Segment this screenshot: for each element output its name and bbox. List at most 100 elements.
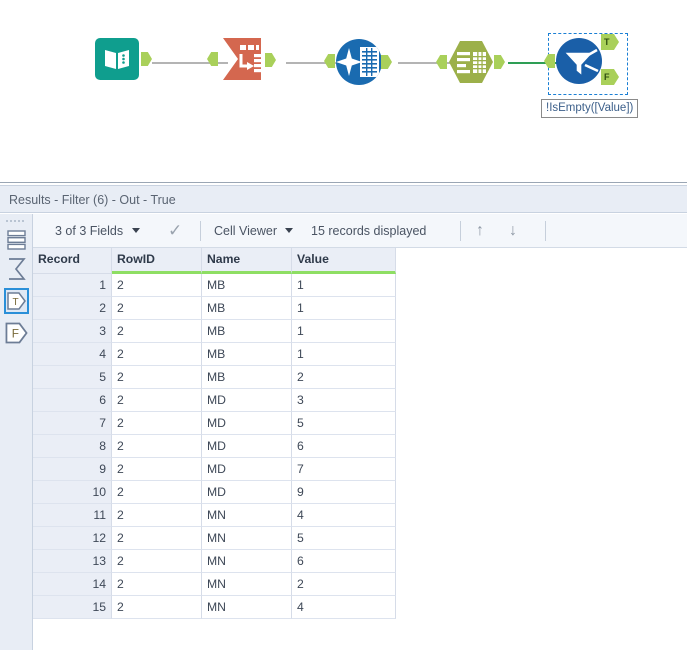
cell-value[interactable]: 1 xyxy=(292,320,396,343)
column-header-value[interactable]: Value xyxy=(292,248,396,274)
cell-record[interactable]: 6 xyxy=(33,389,112,412)
table-row[interactable]: 10 2 MD 9 xyxy=(33,481,396,504)
cell-value[interactable]: 5 xyxy=(292,527,396,550)
cell-value[interactable]: 2 xyxy=(292,366,396,389)
cell-record[interactable]: 14 xyxy=(33,573,112,596)
cell-record[interactable]: 15 xyxy=(33,596,112,619)
table-row[interactable]: 15 2 MN 4 xyxy=(33,596,396,619)
cell-value[interactable]: 2 xyxy=(292,573,396,596)
tool-select[interactable] xyxy=(436,40,505,89)
tool-data-cleansing[interactable] xyxy=(324,39,392,90)
cell-rowid[interactable]: 2 xyxy=(112,527,202,550)
select-input-port[interactable] xyxy=(436,55,447,69)
cell-record[interactable]: 2 xyxy=(33,297,112,320)
rail-item-summary[interactable] xyxy=(4,256,29,282)
cleansing-output-port[interactable] xyxy=(381,55,392,69)
cell-value[interactable]: 7 xyxy=(292,458,396,481)
cell-name[interactable]: MN xyxy=(202,527,292,550)
cell-name[interactable]: MB xyxy=(202,274,292,297)
table-row[interactable]: 9 2 MD 7 xyxy=(33,458,396,481)
cell-record[interactable]: 3 xyxy=(33,320,112,343)
cell-record[interactable]: 8 xyxy=(33,435,112,458)
table-row[interactable]: 2 2 MB 1 xyxy=(33,297,396,320)
column-header-record[interactable]: Record xyxy=(33,248,112,274)
cell-value[interactable]: 6 xyxy=(292,550,396,573)
cell-value[interactable]: 9 xyxy=(292,481,396,504)
tool-filter[interactable]: T F xyxy=(544,34,619,89)
cell-value[interactable]: 3 xyxy=(292,389,396,412)
cell-rowid[interactable]: 2 xyxy=(112,596,202,619)
cell-value[interactable]: 4 xyxy=(292,504,396,527)
cell-rowid[interactable]: 2 xyxy=(112,504,202,527)
cell-value[interactable]: 1 xyxy=(292,297,396,320)
cell-rowid[interactable]: 2 xyxy=(112,481,202,504)
filter-input-port[interactable] xyxy=(544,54,555,68)
cell-value[interactable]: 5 xyxy=(292,412,396,435)
cell-name[interactable]: MB xyxy=(202,320,292,343)
table-row[interactable]: 4 2 MB 1 xyxy=(33,343,396,366)
cell-name[interactable]: MD xyxy=(202,389,292,412)
table-row[interactable]: 7 2 MD 5 xyxy=(33,412,396,435)
table-row[interactable]: 13 2 MN 6 xyxy=(33,550,396,573)
cell-record[interactable]: 9 xyxy=(33,458,112,481)
cell-name[interactable]: MD xyxy=(202,412,292,435)
cell-record[interactable]: 11 xyxy=(33,504,112,527)
scroll-up-button[interactable]: ↑ xyxy=(476,214,484,248)
table-row[interactable]: 11 2 MN 4 xyxy=(33,504,396,527)
cell-record[interactable]: 1 xyxy=(33,274,112,297)
cell-rowid[interactable]: 2 xyxy=(112,343,202,366)
rail-grip-handle[interactable] xyxy=(5,218,28,224)
table-row[interactable]: 1 2 MB 1 xyxy=(33,274,396,297)
transpose-output-port[interactable] xyxy=(265,53,276,67)
scroll-down-button[interactable]: ↓ xyxy=(509,214,517,248)
cell-name[interactable]: MD xyxy=(202,458,292,481)
rail-item-true-output[interactable]: T xyxy=(4,288,29,314)
table-row[interactable]: 3 2 MB 1 xyxy=(33,320,396,343)
select-output-port[interactable] xyxy=(494,55,505,69)
cell-rowid[interactable]: 2 xyxy=(112,297,202,320)
tool-input-data[interactable] xyxy=(95,38,152,80)
cell-name[interactable]: MD xyxy=(202,481,292,504)
cell-value[interactable]: 1 xyxy=(292,343,396,366)
cell-name[interactable]: MD xyxy=(202,435,292,458)
results-table[interactable]: Record RowID Name Value 1 2 MB 1 2 2 MB 1 3 2 MB 1 4… xyxy=(33,248,396,619)
cell-name[interactable]: MN xyxy=(202,550,292,573)
cell-value[interactable]: 6 xyxy=(292,435,396,458)
cell-name[interactable]: MB xyxy=(202,366,292,389)
cell-rowid[interactable]: 2 xyxy=(112,412,202,435)
table-row[interactable]: 5 2 MB 2 xyxy=(33,366,396,389)
tool-transpose[interactable] xyxy=(207,36,276,87)
cell-name[interactable]: MB xyxy=(202,343,292,366)
rail-item-false-output[interactable]: F xyxy=(4,320,29,346)
cell-record[interactable]: 5 xyxy=(33,366,112,389)
cell-name[interactable]: MN xyxy=(202,573,292,596)
cell-record[interactable]: 4 xyxy=(33,343,112,366)
cell-rowid[interactable]: 2 xyxy=(112,389,202,412)
table-row[interactable]: 6 2 MD 3 xyxy=(33,389,396,412)
cell-rowid[interactable]: 2 xyxy=(112,435,202,458)
cell-name[interactable]: MB xyxy=(202,297,292,320)
cell-viewer-selector[interactable]: Cell Viewer xyxy=(214,214,294,248)
input-output-port[interactable] xyxy=(141,52,152,66)
rail-item-records[interactable] xyxy=(4,227,29,253)
cell-name[interactable]: MN xyxy=(202,596,292,619)
cell-record[interactable]: 10 xyxy=(33,481,112,504)
cleansing-input-port[interactable] xyxy=(324,54,335,68)
cell-rowid[interactable]: 2 xyxy=(112,458,202,481)
table-row[interactable]: 14 2 MN 2 xyxy=(33,573,396,596)
cell-value[interactable]: 4 xyxy=(292,596,396,619)
table-row[interactable]: 8 2 MD 6 xyxy=(33,435,396,458)
table-row[interactable]: 12 2 MN 5 xyxy=(33,527,396,550)
cell-value[interactable]: 1 xyxy=(292,274,396,297)
cell-name[interactable]: MN xyxy=(202,504,292,527)
cell-record[interactable]: 12 xyxy=(33,527,112,550)
column-header-name[interactable]: Name xyxy=(202,248,292,274)
cell-rowid[interactable]: 2 xyxy=(112,274,202,297)
cell-rowid[interactable]: 2 xyxy=(112,573,202,596)
cell-rowid[interactable]: 2 xyxy=(112,320,202,343)
workflow-canvas[interactable]: T F !IsEmpty([Value]) xyxy=(0,0,687,180)
cell-record[interactable]: 7 xyxy=(33,412,112,435)
cell-record[interactable]: 13 xyxy=(33,550,112,573)
cell-rowid[interactable]: 2 xyxy=(112,366,202,389)
column-header-rowid[interactable]: RowID xyxy=(112,248,202,274)
